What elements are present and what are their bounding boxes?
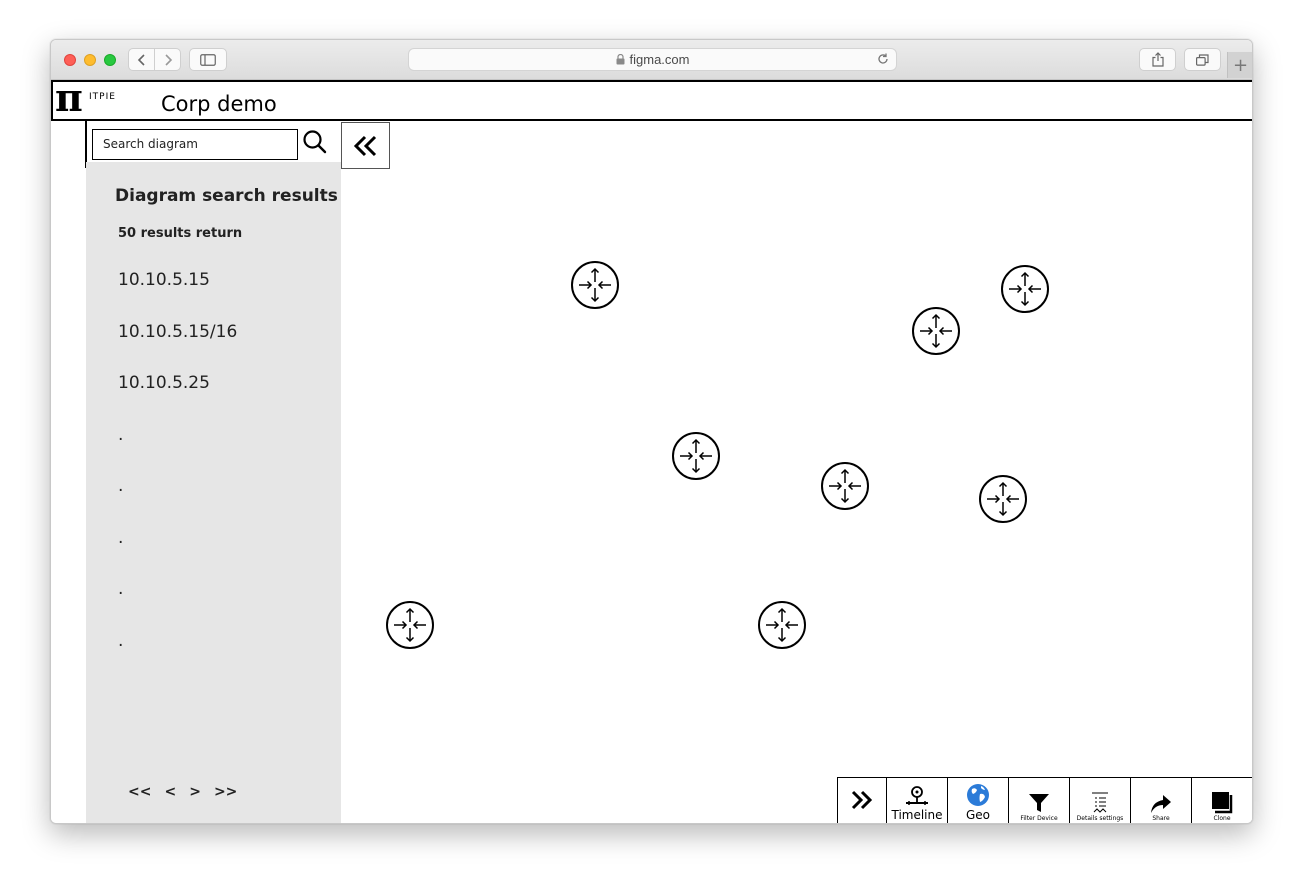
filter-device-label: Filter Device — [1020, 815, 1058, 822]
minimize-window-button[interactable] — [84, 54, 96, 66]
share-icon — [1151, 52, 1164, 67]
tabs-icon — [1196, 53, 1209, 66]
address-text: figma.com — [629, 52, 690, 67]
result-item[interactable]: 10.10.5.15 — [118, 270, 210, 290]
last-page-button[interactable]: >> — [214, 784, 237, 800]
share-label: Share — [1152, 815, 1170, 822]
results-count: 50 results return — [118, 226, 243, 241]
clone-icon — [1212, 792, 1233, 814]
geo-button[interactable]: Geo — [947, 778, 1008, 823]
timeline-button[interactable]: Timeline — [886, 778, 947, 823]
new-tab-button[interactable]: + — [1227, 52, 1252, 78]
router-icon[interactable] — [757, 600, 807, 650]
search-results-panel — [86, 162, 341, 823]
next-page-button[interactable]: > — [189, 784, 201, 800]
clone-button[interactable]: Clone — [1191, 778, 1252, 823]
back-button[interactable] — [128, 48, 155, 71]
logo-text: ITPIE — [89, 92, 116, 102]
result-item[interactable]: . — [118, 631, 123, 651]
sidebar-icon — [200, 53, 216, 66]
timeline-icon — [906, 786, 928, 805]
clone-label: Clone — [1213, 815, 1231, 822]
results-title: Diagram search results — [115, 186, 338, 206]
router-icon[interactable] — [820, 461, 870, 511]
lock-icon — [616, 54, 625, 65]
router-icon[interactable] — [671, 431, 721, 481]
share-arrow-icon — [1151, 795, 1171, 813]
expand-toolbar-button[interactable] — [838, 778, 886, 823]
sidebar-toggle-button[interactable] — [189, 48, 227, 71]
result-item[interactable]: . — [118, 425, 123, 445]
result-item[interactable]: . — [118, 476, 123, 496]
plus-icon: + — [1232, 54, 1249, 76]
pagination: << < > >> — [128, 784, 237, 800]
filter-icon — [1029, 794, 1049, 812]
result-item[interactable]: . — [118, 579, 123, 599]
router-icon[interactable] — [1000, 264, 1050, 314]
router-icon[interactable] — [570, 260, 620, 310]
filter-device-button[interactable]: Filter Device — [1008, 778, 1069, 823]
timeline-label: Timeline — [891, 808, 943, 822]
double-chevron-right-icon — [851, 790, 873, 810]
browser-titlebar: figma.com + — [51, 40, 1252, 80]
page-content: π ITPIE Corp demo Search diagram Diagram… — [51, 75, 1252, 823]
tab-overview-button[interactable] — [1184, 48, 1221, 71]
maximize-window-button[interactable] — [104, 54, 116, 66]
panel-border — [85, 121, 87, 168]
router-icon[interactable] — [911, 306, 961, 356]
first-page-button[interactable]: << — [128, 784, 151, 800]
result-item[interactable]: 10.10.5.15/16 — [118, 322, 237, 342]
address-bar[interactable]: figma.com — [408, 48, 897, 71]
bottom-toolbar: Timeline Geo Filter Device Details setti… — [837, 777, 1252, 823]
search-icon[interactable] — [302, 129, 328, 155]
result-item[interactable]: . — [118, 528, 123, 548]
details-list-icon — [1092, 792, 1108, 813]
prev-page-button[interactable]: < — [164, 784, 176, 800]
search-input[interactable]: Search diagram — [92, 129, 298, 160]
router-icon[interactable] — [978, 474, 1028, 524]
collapse-panel-button[interactable] — [341, 122, 390, 169]
share-button[interactable]: Share — [1130, 778, 1191, 823]
geo-label: Geo — [965, 808, 991, 822]
globe-icon — [967, 784, 989, 806]
result-item[interactable]: 10.10.5.25 — [118, 373, 210, 393]
page-title: Corp demo — [161, 92, 277, 116]
double-chevron-left-icon — [353, 135, 376, 156]
router-icon[interactable] — [385, 600, 435, 650]
pi-logo-icon: π — [55, 75, 83, 120]
close-window-button[interactable] — [64, 54, 76, 66]
forward-button[interactable] — [154, 48, 181, 71]
browser-window: figma.com + π ITPIE Corp demo Search dia… — [50, 39, 1253, 824]
chevron-left-icon — [137, 53, 145, 66]
details-settings-button[interactable]: Details settings — [1069, 778, 1130, 823]
app-header: π ITPIE Corp demo — [51, 75, 1252, 121]
browser-share-button[interactable] — [1139, 48, 1176, 71]
chevron-right-icon — [164, 53, 172, 66]
details-settings-label: Details settings — [1076, 815, 1124, 822]
reload-icon[interactable] — [876, 52, 890, 66]
